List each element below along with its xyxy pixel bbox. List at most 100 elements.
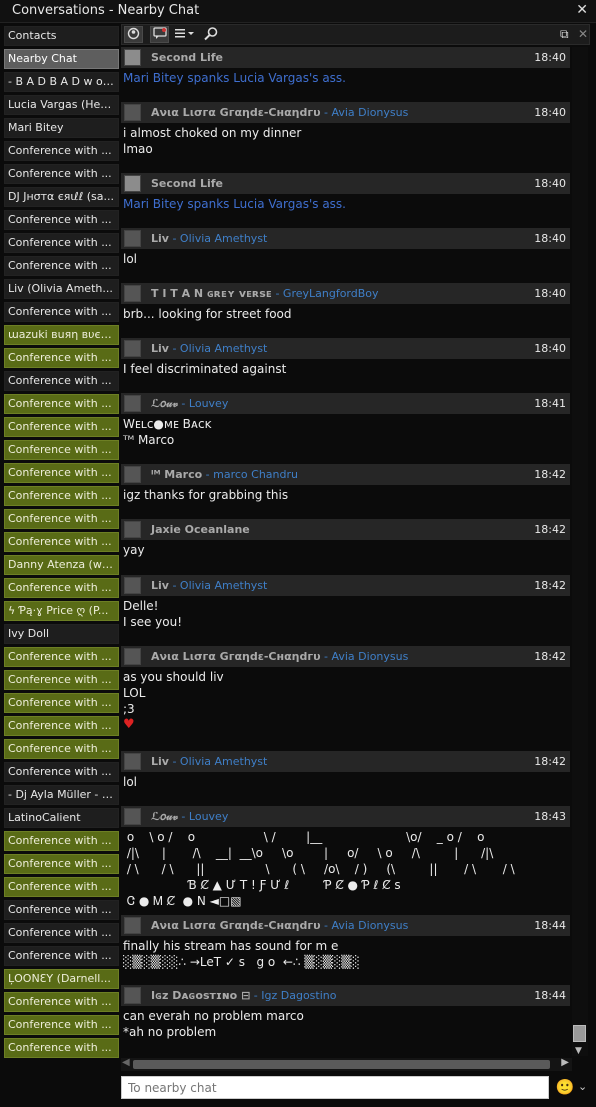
undock-icon[interactable]: ⧉	[560, 26, 569, 43]
sender-display-name[interactable]: Aνια Lισгα Gгαηdε-Cнαηdгυ	[151, 650, 321, 663]
sender-username-link[interactable]: Olivia Amethyst	[180, 342, 267, 355]
conversation-tab[interactable]: Conference with ...	[4, 463, 119, 483]
sender-display-name[interactable]: Liv	[151, 579, 169, 592]
sender-display-name[interactable]: Aνια Lισгα Gгαηdε-Cнαηdгυ	[151, 106, 321, 119]
conversation-tab[interactable]: Conference with ...	[4, 578, 119, 598]
conversation-tab[interactable]: Conference with ...	[4, 440, 119, 460]
chevron-down-icon[interactable]: ⌄	[578, 1080, 587, 1093]
conversation-tab[interactable]: Conference with ...	[4, 1038, 119, 1058]
conversation-tab[interactable]: Conference with ...	[4, 210, 119, 230]
conversation-tab[interactable]: Conference with ...	[4, 233, 119, 253]
avatar[interactable]	[124, 648, 141, 665]
conversation-tab[interactable]: ϟ Ƥą·ɣ Price ღ (P...	[4, 601, 119, 621]
system-cube-icon[interactable]	[124, 49, 141, 66]
system-cube-icon[interactable]	[124, 175, 141, 192]
sender-display-name[interactable]: Aνια Lισгα Gгαηdε-Cнαηdгυ	[151, 919, 321, 932]
message-sender[interactable]: ℒ𝑜𝓊𝓋 - Louvey	[151, 810, 228, 824]
conversation-tab[interactable]: Conference with ...	[4, 647, 119, 667]
sender-username-link[interactable]: Avia Dionysus	[331, 650, 408, 663]
conversation-tab[interactable]: Liv (Olivia Ameth...	[4, 279, 119, 299]
sender-display-name[interactable]: Liv	[151, 755, 169, 768]
conversation-tab[interactable]: Conference with ...	[4, 348, 119, 368]
horizontal-scroll-thumb[interactable]	[133, 1060, 550, 1069]
emoji-icon[interactable]: 🙂	[555, 1078, 575, 1098]
vertical-scroll-thumb[interactable]	[573, 1025, 586, 1042]
sender-display-name[interactable]: Liv	[151, 342, 169, 355]
conversation-tab[interactable]: - Dj Ayla Müller - (...	[4, 785, 119, 805]
conversation-tab[interactable]: Conference with ...	[4, 141, 119, 161]
conversation-tab[interactable]: Conference with ...	[4, 854, 119, 874]
conversation-tab[interactable]: Conference with ...	[4, 256, 119, 276]
sender-username-link[interactable]: Louvey	[189, 810, 228, 823]
conversation-tab[interactable]: Conference with ...	[4, 417, 119, 437]
conversation-tab[interactable]: Conference with ...	[4, 371, 119, 391]
conversation-tab[interactable]: Lucia Vargas (Her...	[4, 95, 119, 115]
message-sender[interactable]: Second Life	[151, 51, 223, 64]
conversation-tab[interactable]: Conference with ...	[4, 946, 119, 966]
conversation-tab[interactable]: Conference with ...	[4, 1015, 119, 1035]
avatar[interactable]	[124, 521, 141, 538]
sender-username-link[interactable]: Olivia Amethyst	[180, 579, 267, 592]
conversation-tab[interactable]: Nearby Chat	[4, 49, 119, 69]
conversation-tab[interactable]: Ivy Doll	[4, 624, 119, 644]
avatar[interactable]	[124, 230, 141, 247]
sender-username-link[interactable]: Avia Dionysus	[331, 106, 408, 119]
conversation-tab[interactable]: LatinoCalient	[4, 808, 119, 828]
conversation-tab[interactable]: Conference with ...	[4, 831, 119, 851]
sender-username-link[interactable]: Avia Dionysus	[331, 919, 408, 932]
avatar[interactable]	[124, 577, 141, 594]
avatar[interactable]	[124, 808, 141, 825]
message-sender[interactable]: ℒ𝑜𝓊𝓋 - Louvey	[151, 397, 228, 411]
conversation-tab[interactable]: Conference with ...	[4, 877, 119, 897]
conversation-tab[interactable]: Conference with ...	[4, 302, 119, 322]
message-sender[interactable]: ᴵᴹ Marco - marco Chandru	[151, 468, 298, 481]
conversation-tab[interactable]: Conference with ...	[4, 164, 119, 184]
avatar[interactable]	[124, 285, 141, 302]
conversation-tab[interactable]: Conference with ...	[4, 532, 119, 552]
conversation-tab[interactable]: Conference with ...	[4, 486, 119, 506]
conversation-tab[interactable]: DJ Jнσтα єяιℓℓ (sa...	[4, 187, 119, 207]
conversation-tab[interactable]: Danny Atenza (wa...	[4, 555, 119, 575]
sender-display-name[interactable]: Second Life	[151, 51, 223, 64]
conversation-tab[interactable]: Mari Bitey	[4, 118, 119, 138]
avatar[interactable]	[124, 987, 141, 1004]
chat-bubble-icon[interactable]	[150, 26, 169, 43]
message-sender[interactable]: Liv - Olivia Amethyst	[151, 755, 267, 768]
message-sender[interactable]: Iɢᴢ Dᴀɢᴏsᴛɪɴᴏ ⊟ - Igz Dagostino	[151, 989, 337, 1002]
message-sender[interactable]: Liv - Olivia Amethyst	[151, 232, 267, 245]
conversation-tab[interactable]: Conference with ...	[4, 509, 119, 529]
close-tab-icon[interactable]: ✕	[578, 26, 588, 43]
avatar[interactable]	[124, 104, 141, 121]
contacts-tab[interactable]: Contacts	[4, 26, 119, 46]
horizontal-scrollbar[interactable]: ◀ ▶	[121, 1057, 572, 1071]
scroll-right-icon[interactable]: ▶	[561, 1057, 569, 1068]
search-icon[interactable]	[203, 26, 219, 47]
avatar[interactable]	[124, 917, 141, 934]
sender-display-name[interactable]: Second Life	[151, 177, 223, 190]
conversation-tab[interactable]: Conference with ...	[4, 900, 119, 920]
sender-username-link[interactable]: Olivia Amethyst	[180, 755, 267, 768]
scroll-down-icon[interactable]: ▼	[575, 1046, 582, 1056]
message-sender[interactable]: Aνια Lισгα Gгαηdε-Cнαηdгυ - Avia Dionysu…	[151, 106, 408, 119]
sender-username-link[interactable]: Louvey	[189, 397, 228, 410]
vertical-scrollbar[interactable]: ▼	[572, 47, 588, 1056]
sender-username-link[interactable]: Igz Dagostino	[261, 989, 336, 1002]
sender-username-link[interactable]: GreyLangfordBoy	[283, 287, 379, 300]
conversation-tab[interactable]: Conference with ...	[4, 992, 119, 1012]
message-sender[interactable]: Second Life	[151, 177, 223, 190]
conversation-tab[interactable]: Conference with ...	[4, 716, 119, 736]
avatar[interactable]	[124, 753, 141, 770]
conversation-tab[interactable]: - B A D B A D w o l...	[4, 72, 119, 92]
sender-display-name[interactable]: ℒ𝑜𝓊𝓋	[151, 810, 178, 823]
conversation-tab[interactable]: Conference with ...	[4, 670, 119, 690]
people-icon[interactable]	[124, 26, 143, 43]
sender-display-name[interactable]: Liv	[151, 232, 169, 245]
scroll-left-icon[interactable]: ◀	[122, 1057, 130, 1068]
message-sender[interactable]: T I T A N ɢʀᴇʏ ᴠᴇʀsᴇ - GreyLangfordBoy	[151, 287, 379, 300]
avatar[interactable]	[124, 466, 141, 483]
conversation-tab[interactable]: Conference with ...	[4, 394, 119, 414]
conversation-tab[interactable]: ĻOONƐΥ (Darnell...	[4, 969, 119, 989]
sender-username-link[interactable]: Olivia Amethyst	[180, 232, 267, 245]
conversation-tab[interactable]: Conference with ...	[4, 762, 119, 782]
window-close-icon[interactable]: ✕	[576, 2, 588, 18]
